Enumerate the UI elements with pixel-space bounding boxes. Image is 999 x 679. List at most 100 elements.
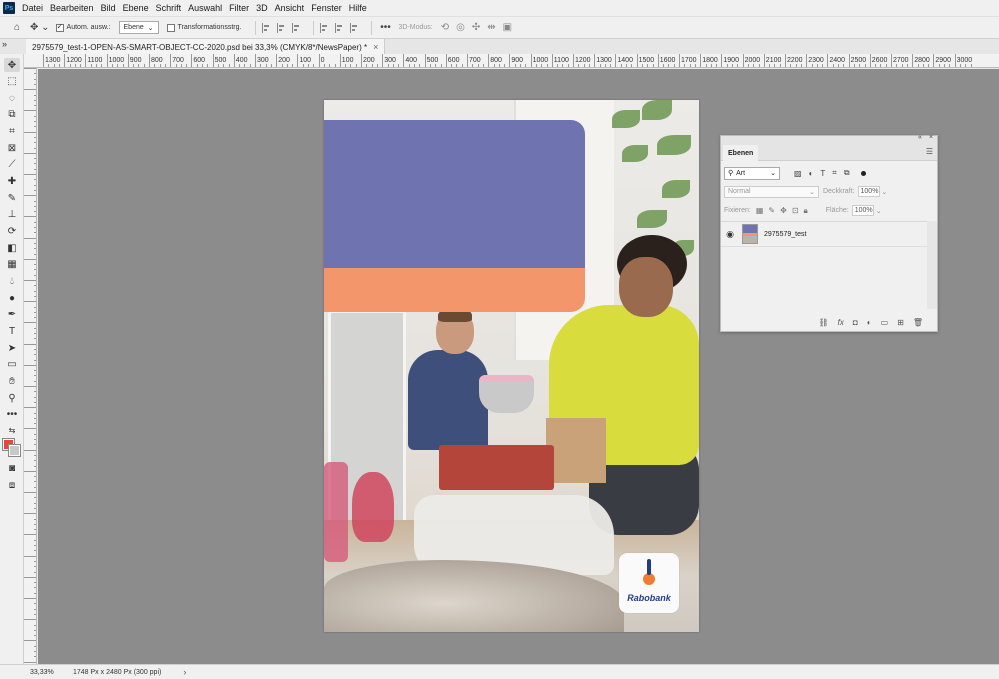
panel-header[interactable]: « × <box>721 134 937 144</box>
3d-roll-icon[interactable]: ◎ <box>456 22 465 33</box>
history-brush-tool-icon[interactable]: ⟳ <box>4 224 20 238</box>
dodge-tool-icon[interactable]: ● <box>4 291 20 305</box>
menu-datei[interactable]: Datei <box>22 3 43 13</box>
lasso-tool-icon[interactable]: ◌ <box>4 91 20 105</box>
align-center-icon[interactable] <box>277 22 286 33</box>
photoshop-logo-icon[interactable]: Ps <box>3 2 15 14</box>
menu-hilfe[interactable]: Hilfe <box>349 3 367 13</box>
ruler-tick <box>912 54 914 67</box>
home-icon[interactable]: ⌂ <box>10 20 24 36</box>
chevron-down-icon[interactable]: ⌄ <box>876 207 882 215</box>
menu-ebene[interactable]: Ebene <box>123 3 149 13</box>
transform-controls-checkbox[interactable]: Transformationsstrg. <box>166 23 241 32</box>
crop-tool-icon[interactable]: ⌗ <box>4 124 20 138</box>
filter-toggle-icon[interactable] <box>860 170 866 176</box>
menu-bearbeiten[interactable]: Bearbeiten <box>50 3 94 13</box>
blend-mode-dropdown[interactable]: Normal ⌄ <box>724 185 819 198</box>
menu-ansicht[interactable]: Ansicht <box>275 3 305 13</box>
lock-position-icon[interactable]: ✥ <box>780 206 787 215</box>
menu-auswahl[interactable]: Auswahl <box>188 3 222 13</box>
gradient-tool-icon[interactable]: ▦ <box>4 257 20 271</box>
new-group-icon[interactable]: ▭ <box>881 318 889 327</box>
edit-toolbar-icon[interactable]: ••• <box>4 407 20 421</box>
collapse-panels-icon[interactable]: » <box>2 39 7 49</box>
align-bottom-icon[interactable] <box>350 22 359 33</box>
layers-scrollbar[interactable] <box>927 221 937 309</box>
auto-select-target-dropdown[interactable]: Ebene ⌄ <box>118 21 159 34</box>
move-tool-preset-icon[interactable]: ✥ ⌄ <box>30 20 50 36</box>
lock-artboard-icon[interactable]: ⊡ <box>792 206 799 215</box>
ruler-tick <box>594 54 596 67</box>
align-top-icon[interactable] <box>320 22 329 33</box>
ruler-minor-tick <box>34 163 36 165</box>
new-layer-icon[interactable]: ⊞ <box>897 318 904 327</box>
smart-object-filter-icon[interactable]: ⧉ <box>844 168 850 178</box>
lock-pixels-icon[interactable]: ✎ <box>768 206 775 215</box>
ruler-vertical[interactable] <box>24 68 37 664</box>
eyedropper-tool-icon[interactable]: ⟋ <box>4 157 20 171</box>
trash-icon[interactable]: 🗑︎ <box>913 318 923 327</box>
3d-orbit-icon[interactable]: ⟲ <box>441 22 449 33</box>
quick-mask-icon[interactable]: ◙ <box>4 461 20 475</box>
fill-field[interactable]: 100% <box>851 205 874 216</box>
3d-slide-icon[interactable]: ⇹ <box>487 22 495 33</box>
collapse-panel-icon[interactable]: « <box>918 134 922 141</box>
menu-filter[interactable]: Filter <box>229 3 249 13</box>
panel-menu-icon[interactable]: ☰ <box>926 147 933 156</box>
add-mask-icon[interactable]: ◘ <box>853 318 858 327</box>
move-tool-icon[interactable]: ✥ <box>4 58 20 72</box>
opacity-field[interactable]: 100% <box>857 186 880 197</box>
type-layer-filter-icon[interactable]: T <box>820 169 825 178</box>
screen-mode-icon[interactable]: ⧈ <box>4 478 20 492</box>
healing-brush-tool-icon[interactable]: ✚ <box>4 174 20 188</box>
chevron-down-icon[interactable]: ⌄ <box>882 188 888 196</box>
frame-tool-icon[interactable]: ⊠ <box>4 141 20 155</box>
brush-tool-icon[interactable]: ✎ <box>4 191 20 205</box>
fx-icon[interactable]: fx <box>838 318 844 327</box>
visibility-eye-icon[interactable]: ◉ <box>721 229 739 240</box>
align-middle-icon[interactable] <box>335 22 344 33</box>
menu-schrift[interactable]: Schrift <box>156 3 182 13</box>
shape-layer-filter-icon[interactable]: ⌗ <box>832 168 837 178</box>
layer-filter-dropdown[interactable]: ⚲ Art ⌄ <box>724 166 780 180</box>
3d-pan-icon[interactable]: ✣ <box>472 22 480 33</box>
swap-colors-icon[interactable]: ⇆ <box>4 423 20 437</box>
object-selection-tool-icon[interactable]: ⧉ <box>4 107 20 121</box>
link-layers-icon[interactable]: ⛓︎ <box>819 318 829 327</box>
3d-scale-icon[interactable]: ▣ <box>503 22 512 33</box>
type-tool-icon[interactable]: T <box>4 324 20 338</box>
layer-row[interactable]: ◉ 2975579_test <box>721 222 927 247</box>
auto-select-checkbox[interactable]: Autom. ausw.: <box>55 22 111 32</box>
path-selection-tool-icon[interactable]: ➤ <box>4 341 20 355</box>
lock-transparent-icon[interactable]: ▦ <box>756 206 764 215</box>
background-color-swatch[interactable] <box>8 444 21 457</box>
pen-tool-icon[interactable]: ✒ <box>4 307 20 321</box>
pixel-layer-filter-icon[interactable]: ▨ <box>794 169 802 178</box>
align-right-icon[interactable] <box>292 22 301 33</box>
lock-all-icon[interactable]: 🔒︎ <box>804 206 808 216</box>
eraser-tool-icon[interactable]: ◧ <box>4 241 20 255</box>
tab-layers[interactable]: Ebenen <box>723 145 759 161</box>
align-left-icon[interactable] <box>262 22 271 33</box>
menu-bild[interactable]: Bild <box>101 3 116 13</box>
menu-fenster[interactable]: Fenster <box>311 3 342 13</box>
adjustment-layer-filter-icon[interactable]: ◐ <box>809 169 814 178</box>
ruler-tick <box>276 54 278 67</box>
zoom-tool-icon[interactable]: ⚲ <box>4 391 20 405</box>
ruler-horizontal[interactable]: 1300 1200 1100 1000 900 800 700 600 500 400 300 200… <box>24 54 999 68</box>
document-tab[interactable]: 2975579_test-1-OPEN-AS-SMART-OBJECT-CC-2… <box>26 39 386 55</box>
zoom-level[interactable]: 33,33% <box>0 669 54 676</box>
close-icon[interactable]: × <box>373 42 378 52</box>
document-canvas[interactable]: Rabobank <box>324 100 699 632</box>
chevron-right-icon[interactable]: › <box>183 667 186 677</box>
adjustment-layer-icon[interactable]: ◐ <box>867 318 872 327</box>
more-options-button[interactable]: ••• <box>378 20 392 36</box>
menu-3d[interactable]: 3D <box>256 3 268 13</box>
hand-tool-icon[interactable]: ✋︎ <box>4 374 20 388</box>
rectangle-tool-icon[interactable]: ▭ <box>4 357 20 371</box>
close-icon[interactable]: × <box>929 134 933 141</box>
marquee-tool-icon[interactable]: ⬚ <box>4 74 20 88</box>
ruler-minor-tick <box>34 380 36 382</box>
blur-tool-icon[interactable]: 💧︎ <box>4 274 20 288</box>
clone-stamp-tool-icon[interactable]: ⊥ <box>4 207 20 221</box>
